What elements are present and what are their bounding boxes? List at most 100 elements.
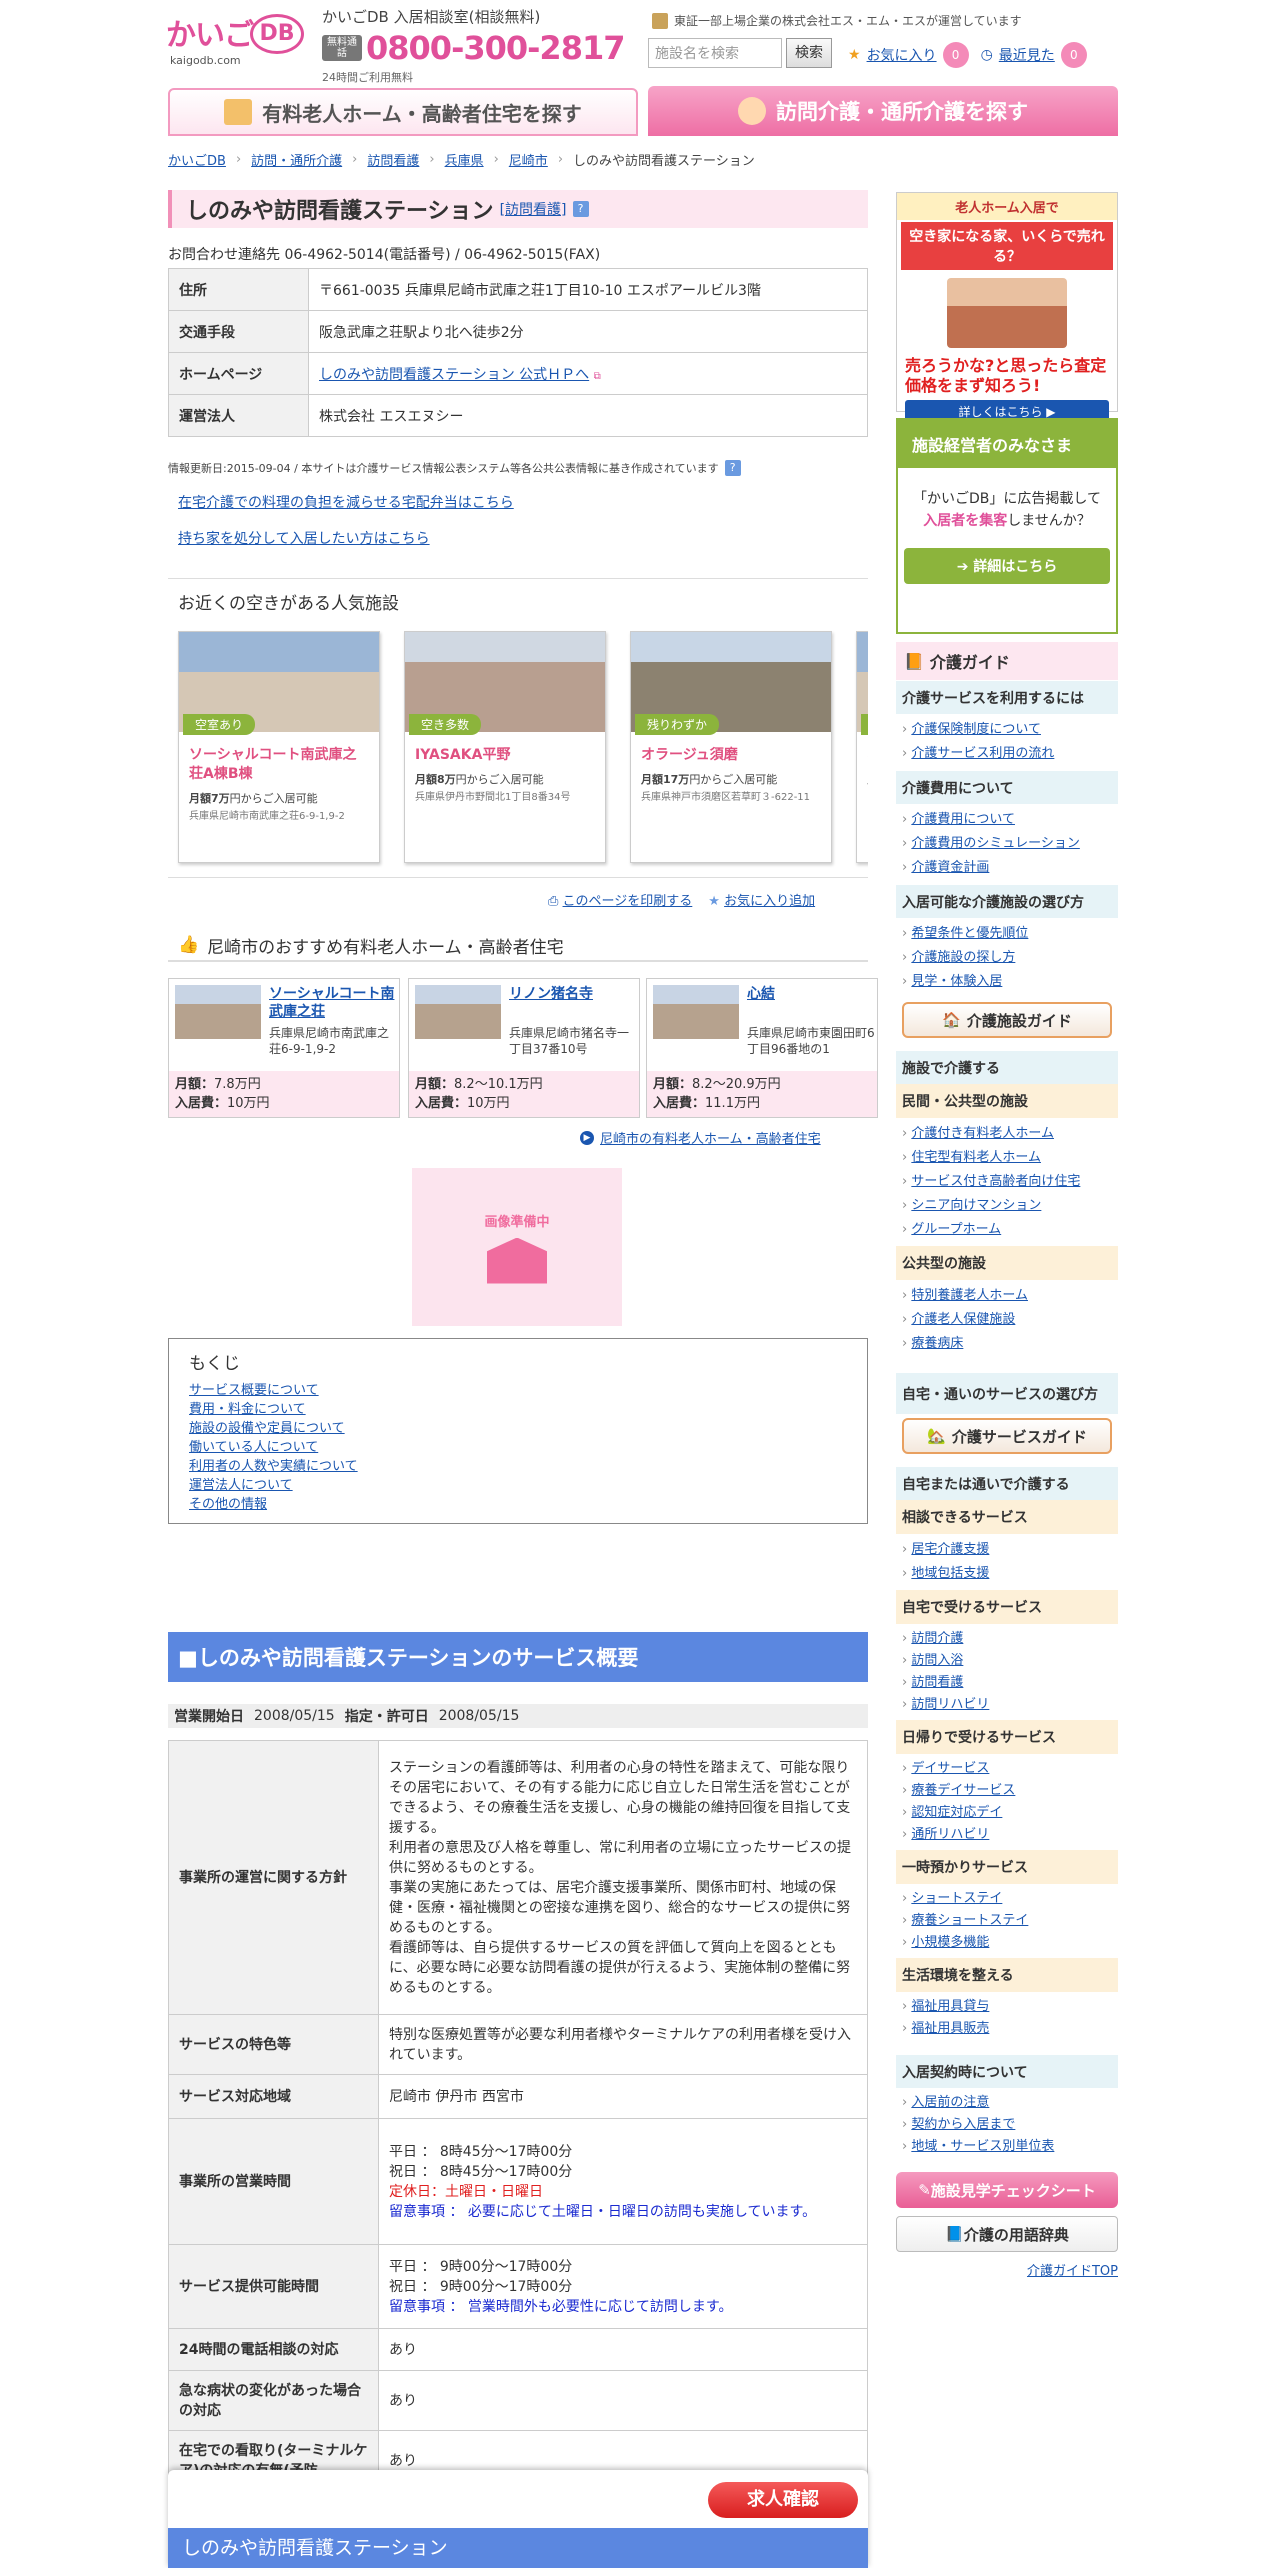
guide-link[interactable]: 地域・サービス別単位表: [911, 2139, 1054, 2154]
breadcrumb-item[interactable]: 兵庫県: [445, 150, 484, 169]
guide-link[interactable]: 療養病床: [911, 1336, 963, 1351]
site-logo[interactable]: かいご DB kaigodb.com: [166, 10, 316, 68]
recommend-more-link[interactable]: 尼崎市の有料老人ホーム・高齢者住宅: [600, 1128, 821, 1147]
permit-label: 指定・許可日: [344, 1709, 429, 1725]
guide-link[interactable]: 介護サービス利用の流れ: [911, 746, 1054, 761]
toc-link[interactable]: サービス概要について: [189, 1383, 319, 1398]
service-type-link[interactable]: [訪問看護]: [500, 199, 567, 219]
fav-add-link[interactable]: お気に入り追加: [724, 894, 815, 909]
chevron-right-icon: ›: [557, 152, 564, 167]
toc-link[interactable]: 運営法人について: [189, 1478, 293, 1493]
tab-home-care[interactable]: 訪問介護・通所介護を探す: [648, 86, 1118, 136]
facility-card[interactable]: 空き多数 IYASAKA平野 月額8万円からご入居可能 兵庫県伊丹市野間北1丁目…: [404, 631, 606, 863]
toc-link[interactable]: 利用者の人数や実績について: [189, 1459, 358, 1474]
recent-count-badge: 0: [1060, 42, 1087, 68]
guide-top-link[interactable]: 介護ガイドTOP: [1027, 2264, 1118, 2279]
help-icon[interactable]: ?: [724, 460, 741, 476]
guide-link[interactable]: 療養ショートステイ: [911, 1913, 1028, 1928]
arrow-circle-icon: ➔: [956, 559, 974, 575]
toc-link[interactable]: 働いている人について: [189, 1440, 318, 1455]
facility-card[interactable]: 空室あり ソーシャルコート南武庫之荘A棟B棟 月額7万円からご入居可能 兵庫県尼…: [178, 631, 380, 863]
guide-link[interactable]: 居宅介護支援: [911, 1542, 989, 1557]
recommend-name[interactable]: ソーシャルコート南武庫之荘: [269, 985, 395, 1021]
guide-subsection: 民間・公共型の施設: [896, 1084, 1118, 1118]
guide-link[interactable]: 訪問入浴: [911, 1653, 963, 1668]
guide-link[interactable]: 小規模多機能: [911, 1935, 989, 1950]
guide-link[interactable]: 通所リハビリ: [911, 1827, 989, 1842]
guide-link[interactable]: 介護費用について: [911, 812, 1015, 827]
guide-link[interactable]: 療養デイサービス: [911, 1783, 1015, 1798]
toc-link[interactable]: 費用・料金について: [189, 1402, 306, 1417]
guide-link[interactable]: 介護費用のシミュレーション: [911, 836, 1079, 851]
ad2-details-button[interactable]: ➔ 詳細はこちら: [904, 548, 1110, 584]
search-button[interactable]: 検索: [786, 38, 832, 68]
sell-home-link[interactable]: 持ち家を処分して入居したい方はこちら: [178, 528, 430, 548]
guide-subsection: 相談できるサービス: [896, 1500, 1118, 1534]
guide-link[interactable]: ショートステイ: [911, 1891, 1002, 1906]
guide-link[interactable]: 訪問看護: [911, 1675, 963, 1690]
recent-link[interactable]: 最近見た: [999, 45, 1055, 65]
star-icon: ★: [848, 47, 861, 63]
guide-link[interactable]: 住宅型有料老人ホーム: [911, 1150, 1041, 1165]
guide-link[interactable]: 介護老人保健施設: [911, 1312, 1015, 1327]
guide-link[interactable]: 福祉用具貸与: [911, 1999, 989, 2014]
guide-link[interactable]: 介護資金計画: [911, 860, 989, 875]
phone-number[interactable]: 0800-300-2817: [366, 29, 625, 67]
guide-link[interactable]: サービス付き高齢者向け住宅: [911, 1174, 1080, 1189]
homepage-link[interactable]: しのみや訪問看護ステーション 公式ＨＰへ: [319, 367, 589, 383]
guide-link[interactable]: 地域包括支援: [911, 1566, 989, 1581]
breadcrumb-item[interactable]: 訪問・通所介護: [251, 150, 342, 169]
fav-link[interactable]: お気に入り: [867, 45, 937, 65]
logo-domain: kaigodb.com: [170, 54, 241, 67]
help-icon[interactable]: ?: [572, 201, 589, 217]
facility-card[interactable]: 残りわずか オラージュ須磨 月額17万円からご入居可能 兵庫県神戸市須磨区若草町…: [630, 631, 832, 863]
breadcrumb-item[interactable]: かいごDB: [168, 150, 226, 169]
job-check-button[interactable]: 求人確認: [708, 2482, 858, 2518]
guide-link[interactable]: 介護保険制度について: [911, 722, 1041, 737]
guide-link[interactable]: 入居前の注意: [911, 2095, 989, 2110]
guide-link[interactable]: 契約から入居まで: [911, 2117, 1015, 2132]
service-guide-button[interactable]: 🏡 介護サービスガイド: [902, 1418, 1112, 1454]
glossary-button[interactable]: 📘 介護の用語辞典: [896, 2216, 1118, 2252]
table-row: ホームページ しのみや訪問看護ステーション 公式ＨＰへ ⧉: [168, 352, 868, 395]
facility-guide-button[interactable]: 🏠 介護施設ガイド: [902, 1002, 1112, 1038]
guide-section-title: 介護サービスを利用するには: [896, 680, 1118, 714]
guide-link[interactable]: グループホーム: [911, 1222, 1001, 1237]
fav-action[interactable]: ★ お気に入り追加: [708, 890, 815, 909]
guide-link[interactable]: 希望条件と優先順位: [911, 926, 1028, 941]
guide-link[interactable]: シニア向けマンション: [911, 1198, 1041, 1213]
print-link[interactable]: このページを印刷する: [563, 894, 693, 909]
recommend-name[interactable]: リノン猪名寺: [509, 985, 635, 1003]
toc-link[interactable]: 施設の設備や定員について: [189, 1421, 345, 1436]
guide-link[interactable]: 介護付き有料老人ホーム: [911, 1126, 1054, 1141]
meal-delivery-link[interactable]: 在宅介護での料理の負担を減らせる宅配弁当はこちら: [178, 492, 514, 512]
search-input[interactable]: 施設名を検索: [648, 38, 782, 68]
recommend-card[interactable]: リノン猪名寺 兵庫県尼崎市猪名寺一丁目37番10号 月額：8.2～10.1万円入…: [408, 978, 640, 1118]
tab-nursing-home[interactable]: 有料老人ホーム・高齢者住宅を探す: [168, 88, 638, 136]
recommend-name[interactable]: 心結: [747, 985, 873, 1003]
recommend-more[interactable]: ▶ 尼崎市の有料老人ホーム・高齢者住宅: [580, 1128, 821, 1147]
recommend-card[interactable]: ソーシャルコート南武庫之荘 兵庫県尼崎市南武庫之荘6-9-1,9-2 月額：7.…: [168, 978, 400, 1118]
card-price: 月額7万円からご入居可能: [189, 792, 318, 805]
breadcrumb-item[interactable]: 尼崎市: [509, 150, 548, 169]
print-action[interactable]: ⎙ このページを印刷する: [548, 890, 692, 909]
guide-link[interactable]: 介護施設の探し方: [911, 950, 1015, 965]
card-address: 兵庫県尼崎市南武庫之荘6-9-1,9-2: [189, 811, 345, 822]
breadcrumb-item[interactable]: 訪問看護: [367, 150, 419, 169]
guide-link[interactable]: 認知症対応デイ: [911, 1805, 1002, 1820]
guide-link[interactable]: デイサービス: [911, 1761, 989, 1776]
guide-link[interactable]: 訪問リハビリ: [911, 1697, 989, 1712]
guide-link[interactable]: 特別養護老人ホーム: [911, 1288, 1028, 1303]
table-row: 事業所の営業時間 平日 ： 8時45分～17時00分 祝日 ： 8時45分～17時0…: [168, 2118, 868, 2245]
row-label: 交通手段: [168, 310, 309, 353]
guide-link[interactable]: 見学・体験入居: [911, 974, 1002, 989]
facility-card[interactable]: 残 な 月: [856, 631, 868, 863]
recommend-card[interactable]: 心結 兵庫県尼崎市東園田町6丁目96番地の1 月額：8.2～20.9万円 入居費：…: [646, 978, 878, 1118]
toc-link[interactable]: その他の情報: [189, 1497, 267, 1512]
table-row: 急な病状の変化があった場合の対応 あり: [168, 2370, 868, 2431]
home-sale-ad[interactable]: 老人ホーム入居で 空き家になる家、いくらで売れる？ 売ろうかな?と思ったら査定価…: [896, 192, 1118, 423]
guide-link[interactable]: 訪問介護: [911, 1631, 963, 1646]
row-value: あり: [378, 2328, 868, 2371]
guide-link[interactable]: 福祉用具販売: [911, 2021, 989, 2036]
checklist-button[interactable]: ✎ 施設見学チェックシート: [896, 2172, 1118, 2208]
